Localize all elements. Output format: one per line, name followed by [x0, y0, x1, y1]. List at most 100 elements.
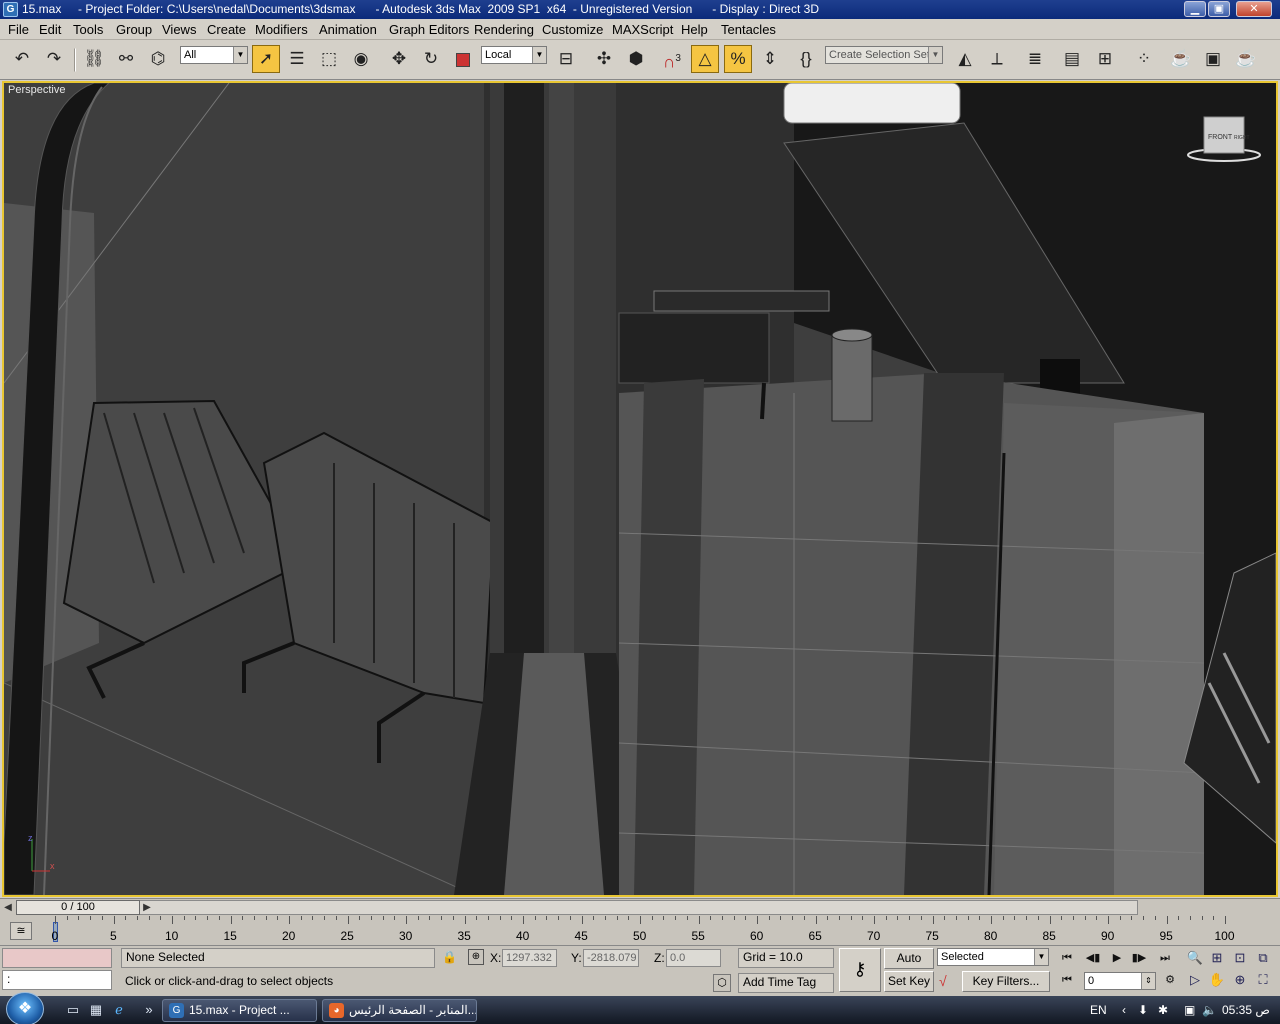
menu-tools[interactable]: Tools: [73, 22, 103, 37]
app-icon[interactable]: G: [3, 2, 18, 17]
select-object-icon[interactable]: ➚: [252, 45, 280, 73]
zoom-extents-icon[interactable]: ⊡: [1229, 948, 1251, 968]
select-by-name-icon[interactable]: ☰: [283, 45, 311, 73]
minimize-button[interactable]: ▁: [1184, 1, 1206, 17]
mirror-icon[interactable]: ◭: [951, 45, 979, 73]
menu-maxscript[interactable]: MAXScript: [612, 22, 673, 37]
material-editor-icon[interactable]: ⁘: [1130, 45, 1158, 73]
layer-manager-icon[interactable]: ≣: [1021, 45, 1049, 73]
time-slider-thumb[interactable]: 0 / 100: [16, 900, 140, 915]
angle-snap-icon[interactable]: △: [691, 45, 719, 73]
auto-key-button[interactable]: Auto Key: [884, 948, 934, 983]
key-filters-button[interactable]: Key Filters...: [962, 971, 1050, 992]
manipulate-icon[interactable]: ✣: [590, 45, 618, 73]
absolute-mode-icon[interactable]: ⊕: [468, 949, 484, 965]
select-and-move-icon[interactable]: ✥: [385, 45, 413, 73]
zoom-icon[interactable]: 🔍: [1184, 948, 1206, 968]
pan-view-icon[interactable]: ✋: [1206, 970, 1228, 990]
named-selection-sets-dropdown[interactable]: Create Selection Set ▼: [825, 46, 943, 64]
quick-render-icon[interactable]: ☕: [1232, 45, 1260, 73]
add-time-tag-button[interactable]: Add Time Tag: [738, 973, 834, 993]
viewcube-right-label[interactable]: RIGHT: [1234, 135, 1250, 141]
start-button-icon[interactable]: ❖: [6, 992, 44, 1024]
rectangular-selection-icon[interactable]: ⬚: [315, 45, 343, 73]
menu-customize[interactable]: Customize: [542, 22, 603, 37]
select-and-scale-icon[interactable]: [449, 45, 477, 73]
menu-file[interactable]: File: [8, 22, 29, 37]
z-coordinate-field[interactable]: 0.0: [666, 949, 721, 967]
selection-filter-dropdown[interactable]: All ▼: [180, 46, 248, 64]
key-mode-toggle-icon[interactable]: ⏮: [1056, 970, 1078, 990]
go-to-start-icon[interactable]: ⏮: [1056, 948, 1078, 968]
menu-graph-editors[interactable]: Graph Editors: [389, 22, 469, 37]
show-desktop-icon[interactable]: ▭: [64, 1001, 82, 1019]
time-slider-track[interactable]: [16, 900, 1138, 915]
curve-editor-icon[interactable]: ▤: [1058, 45, 1086, 73]
keyboard-shortcut-override-icon[interactable]: ⬢: [622, 45, 650, 73]
mini-curve-editor-icon[interactable]: ≅: [10, 922, 32, 940]
menu-create[interactable]: Create: [207, 22, 246, 37]
x-coordinate-field[interactable]: 1297.332: [502, 949, 557, 967]
tray-bluetooth-icon[interactable]: ✱: [1158, 996, 1168, 1024]
clock[interactable]: 05:35 ص: [1222, 996, 1270, 1024]
tray-download-icon[interactable]: ⬇: [1138, 996, 1148, 1024]
menu-modifiers[interactable]: Modifiers: [255, 22, 308, 37]
orbit-icon[interactable]: ⊕: [1229, 970, 1251, 990]
reference-coordinate-dropdown[interactable]: Local ▼: [481, 46, 547, 64]
current-frame-field[interactable]: 0 ⇕: [1084, 972, 1156, 990]
undo-icon[interactable]: ↶: [8, 45, 36, 73]
tray-expand-icon[interactable]: ‹: [1122, 996, 1126, 1024]
play-icon[interactable]: ▶: [1106, 948, 1128, 968]
y-coordinate-field[interactable]: -2818.079: [583, 949, 639, 967]
menu-help[interactable]: Help: [681, 22, 708, 37]
time-configuration-icon[interactable]: ⚙: [1159, 970, 1181, 990]
go-to-end-icon[interactable]: ⏭: [1154, 948, 1176, 968]
internet-explorer-icon[interactable]: ℯ: [110, 1001, 128, 1019]
edit-named-selection-icon[interactable]: {}: [792, 45, 820, 73]
align-icon[interactable]: ⟂: [983, 45, 1011, 73]
taskbar-item-firefox[interactable]: ◕ المنابر - الصفحة الرئيس...: [322, 999, 477, 1022]
redo-icon[interactable]: ↷: [40, 45, 68, 73]
switch-windows-icon[interactable]: ▦: [87, 1001, 105, 1019]
viewcube-front-label[interactable]: FRONT: [1208, 134, 1233, 141]
close-button[interactable]: ✕: [1236, 1, 1272, 17]
taskbar-item-3dsmax[interactable]: G 15.max - Project ...: [162, 999, 317, 1022]
next-frame-icon[interactable]: ▮▶: [1128, 948, 1150, 968]
viewport-label[interactable]: Perspective: [8, 84, 65, 96]
select-and-link-icon[interactable]: ⛓: [80, 45, 108, 73]
zoom-extents-all-icon[interactable]: ⧉: [1252, 948, 1274, 968]
set-key-button[interactable]: Set Key: [884, 971, 934, 992]
field-of-view-icon[interactable]: ▷: [1184, 970, 1206, 990]
select-and-rotate-icon[interactable]: ↻: [417, 45, 445, 73]
maxscript-mini-listener[interactable]: :: [2, 970, 112, 990]
tray-volume-icon[interactable]: 🔈: [1202, 996, 1217, 1024]
menu-tentacles[interactable]: Tentacles: [721, 22, 776, 37]
pivot-center-icon[interactable]: ⊟: [552, 45, 580, 73]
menu-group[interactable]: Group: [116, 22, 152, 37]
perspective-viewport[interactable]: FRONT RIGHT z x Perspective: [2, 81, 1278, 897]
bind-to-space-warp-icon[interactable]: ⌬: [144, 45, 172, 73]
default-tangent-icon[interactable]: √: [939, 973, 959, 991]
quick-launch-more-icon[interactable]: »: [140, 1001, 158, 1019]
unlink-icon[interactable]: ⚯: [112, 45, 140, 73]
time-tag-icon[interactable]: ⬡: [713, 974, 731, 992]
menu-animation[interactable]: Animation: [319, 22, 377, 37]
lock-selection-icon[interactable]: 🔒: [442, 950, 457, 964]
tray-network-icon[interactable]: ▣: [1184, 996, 1195, 1024]
track-bar[interactable]: ≅ 0 5 10 15 20 25 30 35 40 45 50 55 60 65 70 75 80 85 90 95…: [0, 916, 1280, 946]
menu-views[interactable]: Views: [162, 22, 196, 37]
time-slider-prev-icon[interactable]: ◀: [1, 900, 15, 915]
menu-rendering[interactable]: Rendering: [474, 22, 534, 37]
render-setup-icon[interactable]: ☕: [1167, 45, 1195, 73]
window-crossing-icon[interactable]: ◉: [347, 45, 375, 73]
zoom-all-icon[interactable]: ⊞: [1206, 948, 1228, 968]
key-mode-dropdown[interactable]: Selected ▼: [937, 948, 1049, 966]
set-key-icon[interactable]: ⚷: [839, 948, 881, 992]
menu-edit[interactable]: Edit: [39, 22, 61, 37]
snaps-toggle-icon[interactable]: ∩3: [658, 45, 686, 73]
percent-snap-icon[interactable]: %: [724, 45, 752, 73]
schematic-view-icon[interactable]: ⊞: [1091, 45, 1119, 73]
spinner-snap-icon[interactable]: ⇕: [756, 45, 784, 73]
maxscript-listener-pink[interactable]: [2, 948, 112, 968]
maximize-button[interactable]: ▣: [1208, 1, 1230, 17]
